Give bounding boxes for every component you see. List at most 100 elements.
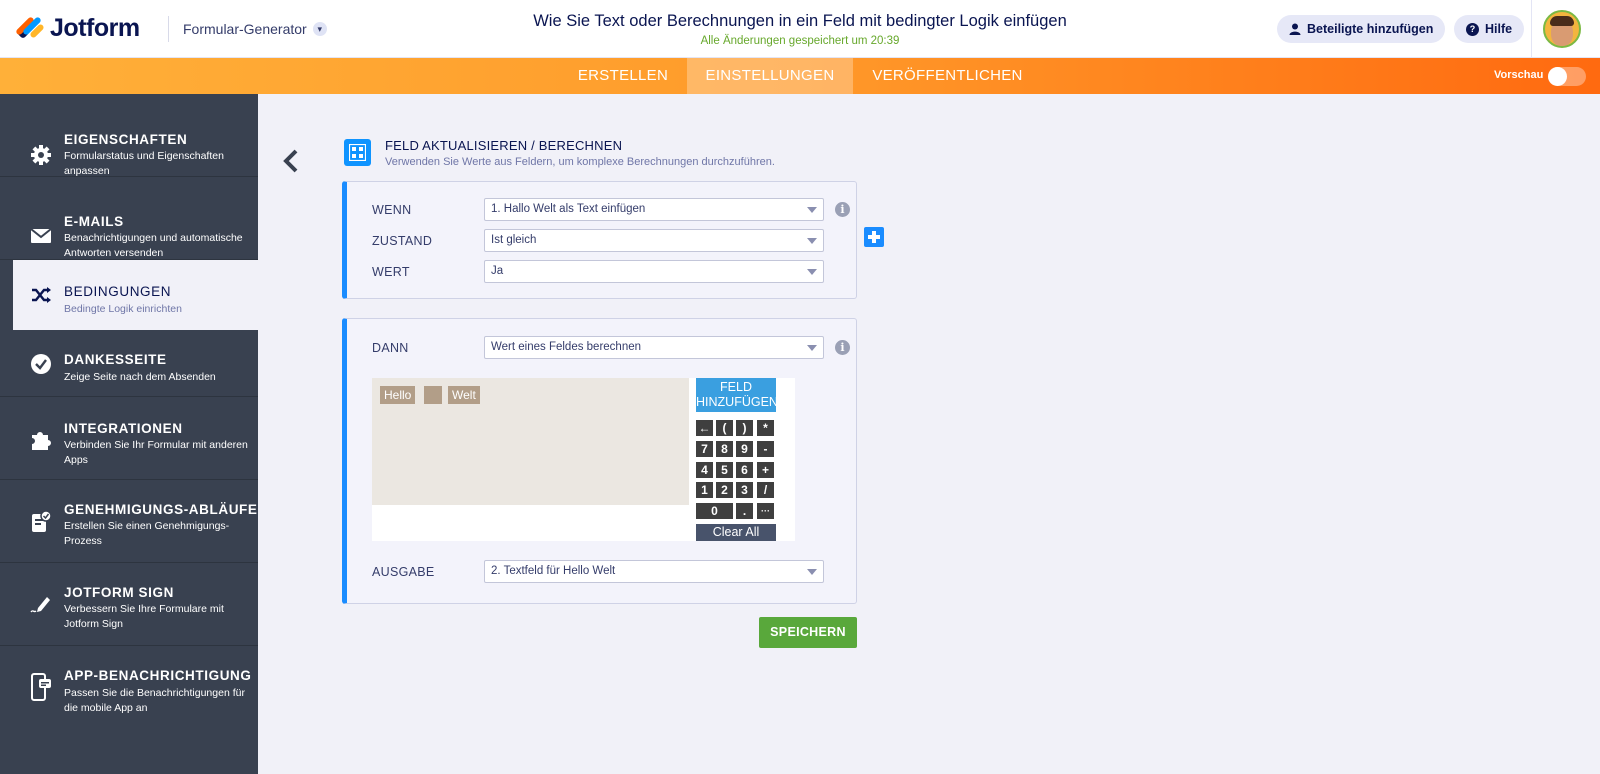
builder-label: Formular-Generator — [183, 21, 307, 37]
key-5[interactable]: 5 — [716, 462, 733, 478]
key-minus[interactable]: - — [757, 441, 774, 457]
output-field-select[interactable]: 2. Textfeld für Hello Welt — [484, 560, 824, 583]
main-nav: ERSTELLEN EINSTELLUNGEN VERÖFFENTLICHEN … — [0, 58, 1600, 94]
form-title[interactable]: Wie Sie Text oder Berechnungen in ein Fe… — [450, 12, 1150, 31]
help-button[interactable]: ? Hilfe — [1454, 15, 1525, 43]
key-open-paren[interactable]: ( — [716, 420, 733, 436]
jotform-logo[interactable]: Jotform — [15, 13, 140, 43]
output-field-value: 2. Textfeld für Hello Welt — [491, 565, 616, 577]
tab-einstellungen[interactable]: EINSTELLUNGEN — [687, 58, 853, 94]
settings-sidebar: EIGENSCHAFTEN Formularstatus und Eigensc… — [0, 94, 258, 774]
back-chevron-icon[interactable] — [280, 148, 302, 174]
builder-dropdown[interactable]: Formular-Generator ▾ — [168, 16, 327, 42]
key-4[interactable]: 4 — [696, 462, 713, 478]
sidebar-item-desc: Formularstatus und Eigenschaften anpasse… — [64, 150, 224, 177]
state-select[interactable]: Ist gleich — [484, 229, 824, 252]
sidebar-item-desc: Zeige Seite nach dem Absenden — [64, 371, 216, 383]
key-backspace[interactable]: ← — [696, 420, 713, 436]
caret-down-icon — [807, 569, 817, 575]
sidebar-item-title: INTEGRATIONEN — [64, 421, 183, 436]
jotform-logo-icon — [15, 13, 45, 43]
add-participants-label: Beteiligte hinzufügen — [1307, 22, 1434, 36]
key-6[interactable]: 6 — [736, 462, 753, 478]
sidebar-item-title: BEDINGUNGEN — [64, 284, 172, 299]
header-divider — [1531, 0, 1532, 58]
gear-icon — [30, 144, 52, 166]
state-label: ZUSTAND — [372, 234, 433, 248]
sidebar-item-title: E-MAILS — [64, 214, 124, 229]
key-1[interactable]: 1 — [696, 482, 713, 498]
form-title-area: Wie Sie Text oder Berechnungen in ein Fe… — [450, 12, 1150, 47]
value-select[interactable]: Ja — [484, 260, 824, 283]
formula-token-space[interactable] — [424, 386, 442, 404]
key-plus[interactable]: + — [757, 462, 774, 478]
formula-area[interactable]: Hello Welt — [372, 378, 689, 505]
mobile-notification-icon — [30, 673, 52, 701]
preview-label: Vorschau — [1494, 69, 1544, 81]
key-9[interactable]: 9 — [736, 441, 753, 457]
key-7[interactable]: 7 — [696, 441, 713, 457]
key-divide[interactable]: / — [757, 482, 774, 498]
caret-down-icon — [807, 345, 817, 351]
clear-all-button[interactable]: Clear All — [696, 524, 776, 541]
sidebar-item-title: DANKESSEITE — [64, 352, 167, 367]
key-0[interactable]: 0 — [696, 503, 733, 519]
sidebar-item-title: JOTFORM SIGN — [64, 585, 174, 600]
sidebar-item-desc: Verbessern Sie Ihre Formulare mit Jotfor… — [64, 603, 224, 630]
user-avatar[interactable] — [1543, 10, 1581, 48]
key-decimal[interactable]: . — [736, 503, 753, 519]
output-label: AUSGABE — [372, 565, 435, 579]
info-icon[interactable]: i — [835, 340, 850, 355]
chevron-down-icon: ▾ — [312, 22, 327, 36]
tab-veroeffentlichen[interactable]: VERÖFFENTLICHEN — [870, 58, 1025, 94]
top-header: Jotform Formular-Generator ▾ Wie Sie Tex… — [0, 0, 1600, 58]
add-condition-plus-icon[interactable] — [864, 227, 884, 247]
preview-toggle[interactable] — [1548, 67, 1586, 86]
sidebar-item-title: GENEHMIGUNGS-ABLÄUFE — [64, 502, 258, 517]
key-multiply[interactable]: * — [757, 420, 774, 436]
condition-card: WENN 1. Hallo Welt als Text einfügen i Z… — [342, 181, 857, 299]
pen-sign-icon — [30, 593, 52, 615]
section-title: FELD AKTUALISIEREN / BERECHNEN — [385, 138, 623, 153]
key-more[interactable]: ··· — [757, 503, 774, 519]
state-value: Ist gleich — [491, 234, 537, 246]
key-close-paren[interactable]: ) — [736, 420, 753, 436]
formula-token[interactable]: Welt — [448, 386, 480, 404]
sidebar-item-bedingungen[interactable]: BEDINGUNGEN Bedingte Logik einrichten — [13, 260, 258, 330]
sidebar-item-app-benachrichtigung[interactable]: APP-BENACHRICHTIGUNG Passen Sie die Bena… — [0, 646, 258, 729]
if-field-select[interactable]: 1. Hallo Welt als Text einfügen — [484, 198, 824, 221]
key-3[interactable]: 3 — [736, 482, 753, 498]
approval-doc-icon — [30, 511, 52, 533]
question-icon: ? — [1466, 22, 1479, 36]
sidebar-item-jotform-sign[interactable]: JOTFORM SIGN Verbessern Sie Ihre Formula… — [0, 563, 258, 646]
logo-wordmark: Jotform — [50, 13, 140, 42]
section-subtitle: Verwenden Sie Werte aus Feldern, um komp… — [385, 156, 775, 168]
key-2[interactable]: 2 — [716, 482, 733, 498]
then-action-select[interactable]: Wert eines Feldes berechnen — [484, 336, 824, 359]
value-value: Ja — [491, 265, 504, 277]
sidebar-item-desc: Bedingte Logik einrichten — [64, 303, 182, 315]
caret-down-icon — [807, 207, 817, 213]
add-field-button[interactable]: FELD HINZUFÜGEN — [696, 378, 776, 412]
then-label: DANN — [372, 341, 409, 355]
save-button[interactable]: SPEICHERN — [759, 617, 857, 648]
user-icon — [1289, 23, 1301, 35]
sidebar-item-integrationen[interactable]: INTEGRATIONEN Verbinden Sie Ihr Formular… — [0, 397, 258, 480]
calculation-editor: Hello Welt FELD HINZUFÜGEN ← ( ) * 7 8 9… — [372, 378, 795, 541]
key-8[interactable]: 8 — [716, 441, 733, 457]
tab-erstellen[interactable]: ERSTELLEN — [573, 58, 673, 94]
sidebar-item-eigenschaften[interactable]: EIGENSCHAFTEN Formularstatus und Eigensc… — [0, 94, 258, 177]
toggle-knob — [1548, 67, 1567, 86]
envelope-icon — [30, 225, 52, 247]
formula-token[interactable]: Hello — [380, 386, 416, 404]
puzzle-icon — [30, 429, 52, 451]
add-participants-button[interactable]: Beteiligte hinzufügen — [1277, 15, 1446, 43]
if-label: WENN — [372, 203, 412, 217]
caret-down-icon — [807, 238, 817, 244]
sidebar-item-genehmigungs-ablaeufe[interactable]: GENEHMIGUNGS-ABLÄUFE Erstellen Sie einen… — [0, 480, 258, 563]
info-icon[interactable]: i — [835, 202, 850, 217]
avatar-face — [1550, 16, 1574, 46]
sidebar-item-dankesseite[interactable]: DANKESSEITE Zeige Seite nach dem Absende… — [0, 330, 258, 397]
sidebar-item-emails[interactable]: E-MAILS Benachrichtigungen und automatis… — [0, 177, 258, 260]
sidebar-item-desc: Passen Sie die Benachrichtigungen für di… — [64, 687, 245, 714]
